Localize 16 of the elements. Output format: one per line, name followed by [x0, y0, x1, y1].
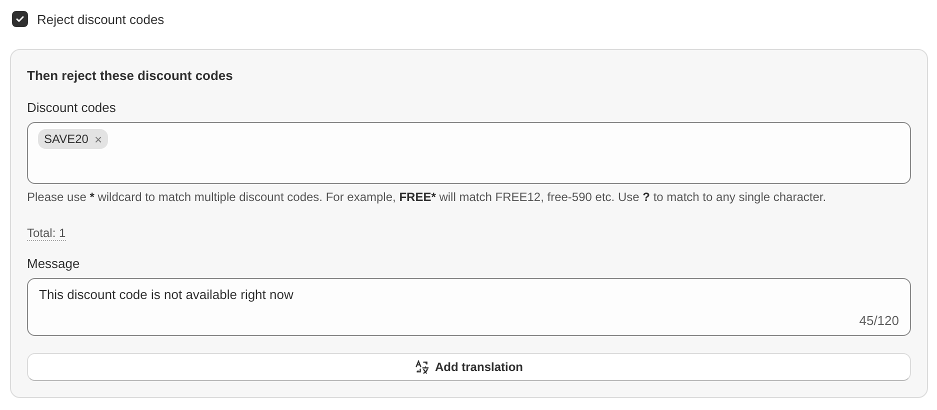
discount-codes-field[interactable]: SAVE20 ×: [27, 122, 911, 184]
help-text: Please use * wildcard to match multiple discount codes. For example, FREE* will match FREE12, free-590 etc. Use ? to match to any single character.: [27, 189, 828, 205]
checkmark-icon: [14, 13, 26, 25]
character-counter: 45/120: [859, 313, 899, 328]
remove-tag-button[interactable]: ×: [94, 132, 102, 146]
message-text: This discount code is not available right now: [39, 287, 294, 302]
checkbox[interactable]: [12, 11, 28, 27]
field-label: Message: [27, 255, 81, 272]
total-count: Total: 1: [27, 226, 66, 241]
add-translation-button[interactable]: Add translation: [27, 353, 911, 381]
tag-text: SAVE20: [44, 132, 88, 146]
translate-icon: [414, 360, 429, 374]
checkbox-label: Reject discount codes: [37, 12, 164, 26]
message-field[interactable]: This discount code is not available right now 45/120: [27, 278, 911, 336]
section-title: Then reject these discount codes: [27, 67, 234, 84]
field-label: Discount codes: [27, 99, 117, 116]
